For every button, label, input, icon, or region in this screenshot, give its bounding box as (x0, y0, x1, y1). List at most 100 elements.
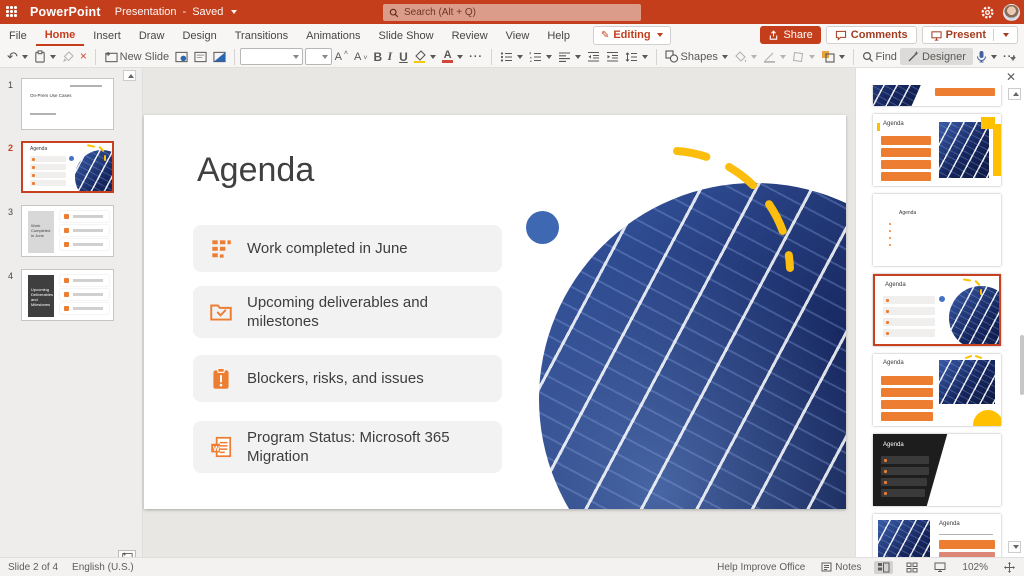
undo-button[interactable]: ↶ (4, 48, 31, 65)
italic-button[interactable]: I (384, 47, 396, 66)
new-slide-icon (104, 51, 118, 63)
solar-panel-image-circle[interactable] (539, 183, 846, 509)
search-box[interactable] (383, 4, 641, 21)
font-color-button[interactable]: A (439, 48, 466, 65)
designer-toggle-button[interactable]: Designer (900, 48, 973, 65)
new-slide-button[interactable]: New Slide (101, 49, 173, 65)
help-improve-office-link[interactable]: Help Improve Office (714, 561, 808, 574)
normal-view-button[interactable] (874, 561, 893, 574)
numbering-button[interactable] (526, 49, 555, 65)
design-suggestion-3[interactable]: Agenda (873, 194, 1001, 266)
tab-insert[interactable]: Insert (84, 26, 130, 45)
settings-gear-icon[interactable] (980, 5, 995, 20)
bold-button[interactable]: B (370, 48, 384, 66)
comments-label: Comments (851, 29, 908, 41)
designer-scroll-up-button[interactable] (1008, 88, 1021, 100)
design-suggestion-2[interactable]: Agenda (873, 114, 1001, 186)
tab-slideshow[interactable]: Slide Show (370, 26, 443, 45)
highlight-color-button[interactable] (410, 48, 439, 65)
deco (881, 160, 931, 169)
designer-scrollbar-thumb[interactable] (1020, 335, 1024, 395)
agenda-item-1[interactable]: Work completed in June (193, 225, 502, 272)
design-suggestion-5[interactable]: Agenda (873, 354, 1001, 426)
chevron-down-icon (1003, 33, 1009, 37)
present-button[interactable]: Present (922, 26, 1018, 44)
increase-indent-button[interactable] (603, 49, 622, 65)
dictate-button[interactable] (973, 48, 1000, 65)
shape-effects-icon (792, 51, 805, 63)
slideshow-view-button[interactable] (931, 561, 949, 574)
chevron-down-icon (322, 55, 328, 59)
language-selector[interactable]: English (U.S.) (72, 562, 134, 573)
font-name-select[interactable] (240, 48, 303, 65)
delete-button[interactable]: × (77, 48, 90, 65)
slide-layout-button[interactable] (172, 49, 191, 65)
shape-effects-button[interactable] (789, 49, 818, 65)
slide-sorter-view-button[interactable] (903, 561, 921, 574)
tab-file[interactable]: File (0, 26, 36, 45)
notes-toggle-button[interactable]: Notes (818, 561, 864, 574)
design-suggestion-7[interactable]: Agenda (873, 514, 1001, 557)
shape-fill-button[interactable] (731, 49, 760, 65)
editing-mode-dropdown[interactable]: ✎ Editing (593, 26, 671, 45)
document-title-menu[interactable]: Presentation - Saved (115, 6, 238, 18)
shrink-font-button[interactable]: A˅ (351, 49, 370, 65)
slide-title-textbox[interactable]: Agenda (197, 151, 314, 190)
underline-button[interactable]: U (396, 48, 410, 66)
app-launcher-button[interactable] (0, 0, 24, 24)
paste-button[interactable] (31, 48, 59, 65)
close-designer-icon[interactable]: ✕ (1006, 70, 1016, 84)
shape-outline-button[interactable] (760, 49, 789, 65)
tab-view[interactable]: View (497, 26, 539, 45)
shapes-button[interactable]: Shapes (662, 48, 731, 65)
slide-1-thumbnail[interactable]: On-Prem Use Cases (21, 78, 114, 130)
blue-circle-shape[interactable] (526, 211, 559, 244)
deco (881, 376, 933, 385)
more-font-options-button[interactable]: ··· (466, 49, 486, 65)
deco (887, 236, 933, 240)
account-avatar[interactable] (1003, 4, 1020, 21)
slide-4-thumbnail[interactable]: Upcoming Deliverables and Milestones (21, 269, 114, 321)
find-button[interactable]: Find (859, 49, 900, 65)
fit-to-window-button[interactable] (1001, 561, 1018, 574)
deco (881, 467, 929, 475)
deco (883, 318, 935, 326)
thumbnails-scroll-up-button[interactable] (123, 70, 136, 81)
tab-review[interactable]: Review (443, 26, 497, 45)
tab-home[interactable]: Home (36, 25, 85, 46)
agenda-item-2[interactable]: Upcoming deliverables and milestones (193, 286, 502, 338)
bullets-button[interactable] (497, 49, 526, 65)
tab-help[interactable]: Help (538, 26, 579, 45)
align-button[interactable] (555, 49, 584, 65)
arrange-button[interactable] (818, 48, 848, 65)
slide-number: 4 (8, 271, 13, 281)
share-button[interactable]: Share (760, 26, 820, 44)
design-suggestion-4-selected[interactable]: Agenda (873, 274, 1001, 346)
designer-scroll-down-button[interactable] (1008, 541, 1021, 553)
design-suggestion-6[interactable]: Agenda (873, 434, 1001, 506)
line-spacing-button[interactable] (622, 49, 651, 65)
comments-button[interactable]: Comments (826, 26, 917, 44)
chevron-down-icon (22, 55, 28, 59)
font-size-select[interactable] (305, 48, 331, 65)
agenda-item-4[interactable]: W Program Status: Microsoft 365 Migratio… (193, 421, 502, 473)
decrease-indent-button[interactable] (584, 49, 603, 65)
agenda-item-3[interactable]: Blockers, risks, and issues (193, 355, 502, 402)
grow-font-button[interactable]: A˄ (332, 49, 351, 65)
design-agenda-label: Agenda (883, 442, 904, 448)
deco (60, 275, 109, 286)
slide-2-editing-surface[interactable]: Agenda Work completed in June Upcoming d… (144, 115, 846, 509)
tab-animations[interactable]: Animations (297, 26, 369, 45)
deco (881, 489, 925, 497)
reset-slide-button[interactable] (191, 49, 210, 65)
zoom-level-button[interactable]: 102% (959, 561, 991, 574)
format-painter-button[interactable] (59, 49, 77, 65)
slide-2-thumbnail[interactable]: Agenda (21, 141, 114, 193)
tab-transitions[interactable]: Transitions (226, 26, 297, 45)
collapse-ribbon-chevron[interactable] (1010, 57, 1016, 61)
search-input[interactable] (404, 7, 635, 18)
slide-3-thumbnail[interactable]: Work Completed in June (21, 205, 114, 257)
tab-draw[interactable]: Draw (130, 26, 174, 45)
section-button[interactable] (210, 49, 229, 65)
tab-design[interactable]: Design (173, 26, 225, 45)
